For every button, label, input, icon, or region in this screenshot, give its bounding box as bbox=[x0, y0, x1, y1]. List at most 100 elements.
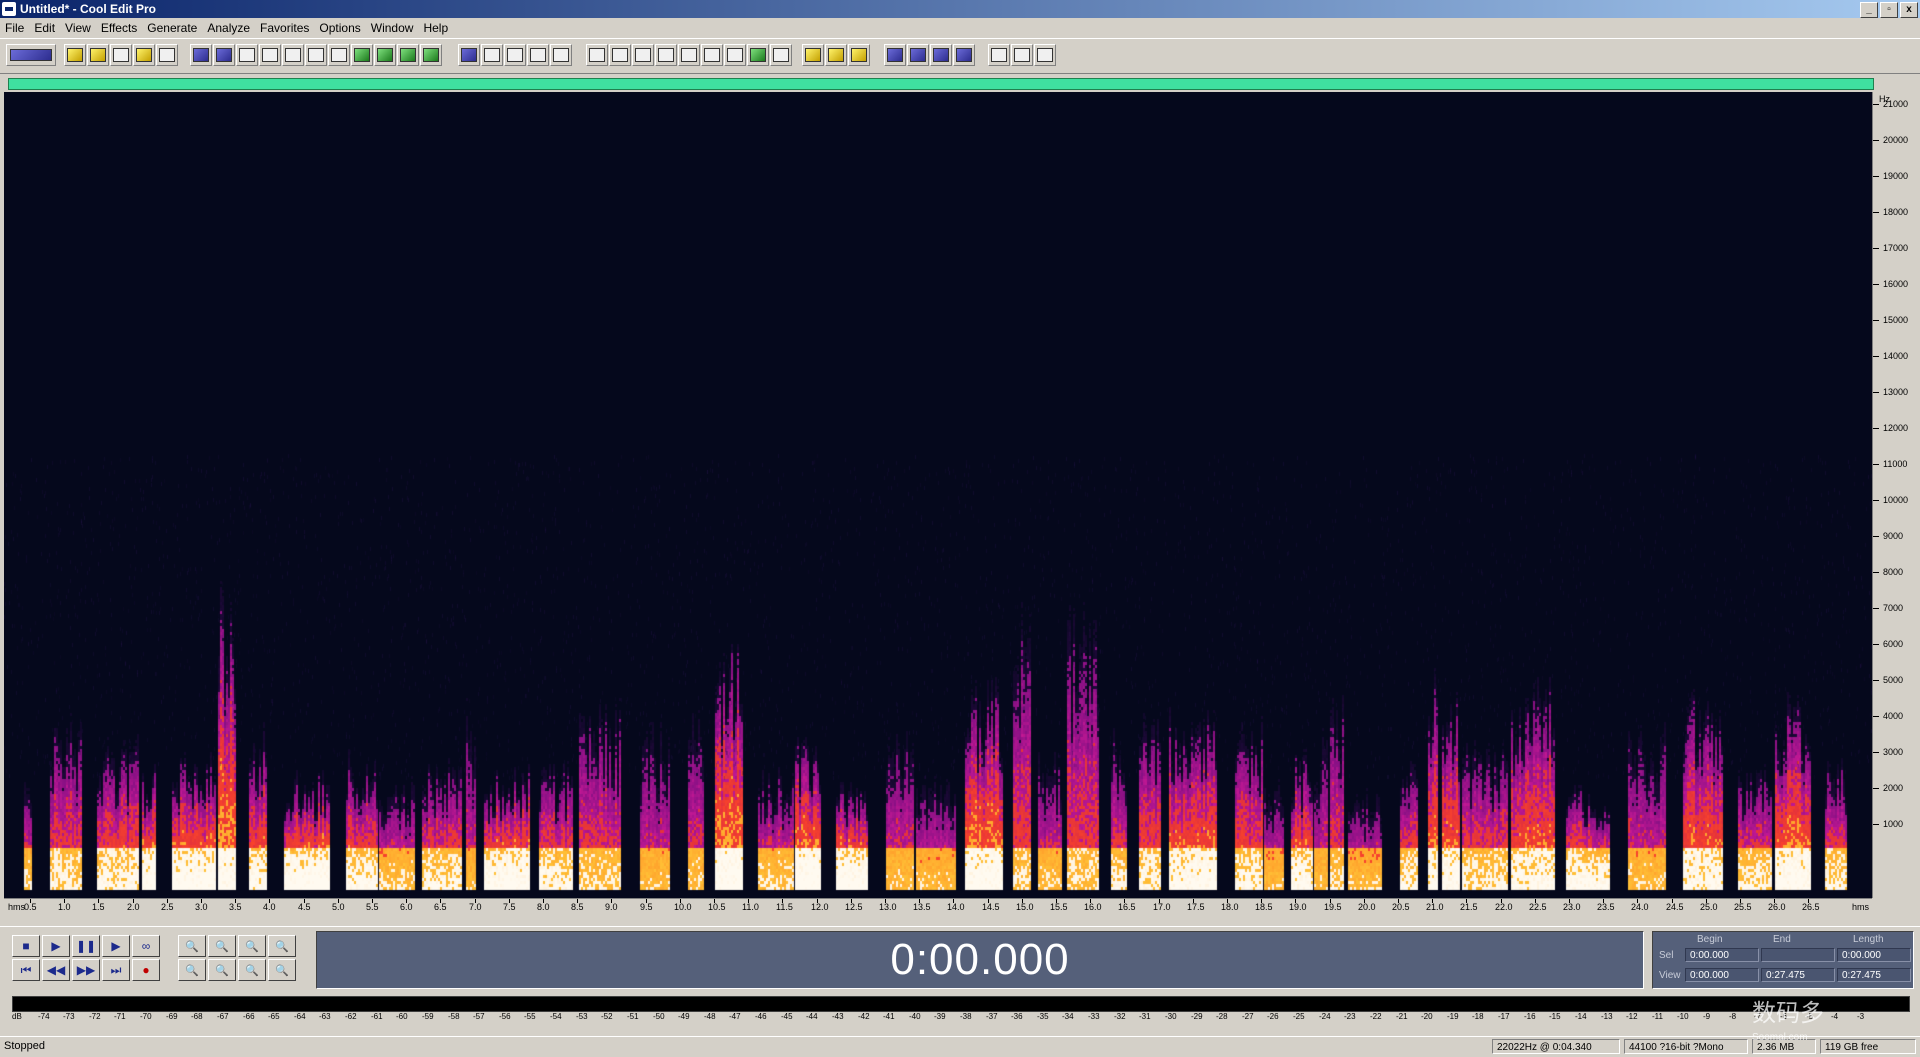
window-7-button[interactable] bbox=[724, 44, 746, 66]
play-button[interactable]: ▶ bbox=[42, 935, 70, 957]
spectral-view-button[interactable] bbox=[481, 44, 503, 66]
window-8-button[interactable] bbox=[747, 44, 769, 66]
sel-length-field[interactable]: 0:00.000 bbox=[1837, 948, 1911, 962]
window-3-button[interactable] bbox=[632, 44, 654, 66]
menu-generate[interactable]: Generate bbox=[142, 21, 202, 35]
cut-button[interactable] bbox=[236, 44, 258, 66]
window-6-button[interactable] bbox=[701, 44, 723, 66]
sel-begin-field[interactable]: 0:00.000 bbox=[1685, 948, 1759, 962]
play-to-end-button[interactable]: ▶ bbox=[102, 935, 130, 957]
window-9-button[interactable] bbox=[770, 44, 792, 66]
level-meter-label: -22 bbox=[1370, 1012, 1382, 1021]
waveform-view-button[interactable] bbox=[458, 44, 480, 66]
close-file-icon bbox=[159, 48, 175, 62]
rewind-button[interactable]: ◀◀ bbox=[42, 959, 70, 981]
frequency-label: 1000 bbox=[1883, 819, 1904, 829]
minimize-button[interactable]: _ bbox=[1860, 2, 1878, 18]
overview-bar[interactable] bbox=[8, 78, 1874, 90]
analysis-1-button[interactable] bbox=[988, 44, 1010, 66]
open-file-button[interactable] bbox=[87, 44, 109, 66]
analysis-2-button[interactable] bbox=[1011, 44, 1033, 66]
mix-paste-button[interactable] bbox=[328, 44, 350, 66]
menu-view[interactable]: View bbox=[60, 21, 96, 35]
menu-help[interactable]: Help bbox=[418, 21, 453, 35]
close-file-button[interactable] bbox=[156, 44, 178, 66]
frequency-tick bbox=[1873, 716, 1879, 717]
restore-button[interactable]: ▫ bbox=[1880, 2, 1898, 18]
menu-file[interactable]: File bbox=[0, 21, 29, 35]
view-end-field[interactable]: 0:27.475 bbox=[1761, 968, 1835, 982]
grid-view-2-button[interactable] bbox=[527, 44, 549, 66]
find-button[interactable] bbox=[420, 44, 442, 66]
select-all-button[interactable] bbox=[397, 44, 419, 66]
time-label: 6.0 bbox=[400, 902, 413, 912]
zoom-in-button[interactable]: 🔍 bbox=[178, 935, 206, 957]
window-controls: _ ▫ x bbox=[1860, 2, 1918, 18]
loop-button[interactable]: ∞ bbox=[132, 935, 160, 957]
record-button[interactable]: ● bbox=[132, 959, 160, 981]
window-5-button[interactable] bbox=[678, 44, 700, 66]
zoom-out-full-button[interactable]: 🔍 bbox=[268, 959, 296, 981]
save-as-button[interactable] bbox=[133, 44, 155, 66]
copy-icon bbox=[262, 48, 278, 62]
menu-analyze[interactable]: Analyze bbox=[202, 21, 255, 35]
menu-favorites[interactable]: Favorites bbox=[255, 21, 314, 35]
window-1-button[interactable] bbox=[586, 44, 608, 66]
sel-end-field[interactable] bbox=[1761, 948, 1835, 962]
redo-button[interactable] bbox=[213, 44, 235, 66]
copy-button[interactable] bbox=[259, 44, 281, 66]
time-label: 8.5 bbox=[571, 902, 584, 912]
level-meter: dB -74 -73 -72 -71 -70 -69 -68 -67 -66 -65 -64 -63 -6… bbox=[0, 994, 1920, 1034]
view-length-field[interactable]: 0:27.475 bbox=[1837, 968, 1911, 982]
time-label: 10.5 bbox=[708, 902, 726, 912]
stop-button[interactable]: ■ bbox=[12, 935, 40, 957]
cd-2-button[interactable] bbox=[907, 44, 929, 66]
settings-button[interactable] bbox=[802, 44, 824, 66]
zoom-full-button[interactable]: 🔍 bbox=[238, 935, 266, 957]
zoom-selection-button[interactable]: 🔍 bbox=[238, 959, 266, 981]
edit-tool-button[interactable] bbox=[825, 44, 847, 66]
pause-button[interactable]: ❚❚ bbox=[72, 935, 100, 957]
frequency-label: 19000 bbox=[1883, 171, 1909, 181]
go-to-start-button[interactable]: ⏮ bbox=[12, 959, 40, 981]
menu-effects[interactable]: Effects bbox=[96, 21, 142, 35]
new-file-button[interactable] bbox=[64, 44, 86, 66]
spectrogram-canvas[interactable] bbox=[4, 92, 1872, 898]
level-meter-label: -20 bbox=[1421, 1012, 1433, 1021]
zoom-right-button[interactable]: 🔍 bbox=[208, 959, 236, 981]
go-to-end-button[interactable]: ⏭ bbox=[102, 959, 130, 981]
menu-window[interactable]: Window bbox=[366, 21, 419, 35]
zoom-controls: 🔍 🔍 🔍 🔍 🔍 🔍 🔍 🔍 bbox=[178, 935, 296, 981]
save-button[interactable] bbox=[110, 44, 132, 66]
menu-options[interactable]: Options bbox=[314, 21, 365, 35]
trim-button[interactable] bbox=[305, 44, 327, 66]
time-label: 18.5 bbox=[1255, 902, 1273, 912]
cd-1-button[interactable] bbox=[884, 44, 906, 66]
window-2-button[interactable] bbox=[609, 44, 631, 66]
cd-3-button[interactable] bbox=[930, 44, 952, 66]
record-to-button[interactable] bbox=[374, 44, 396, 66]
spectral-display[interactable] bbox=[4, 92, 1872, 898]
cd-4-button[interactable] bbox=[953, 44, 975, 66]
zoom-left-button[interactable]: 🔍 bbox=[178, 959, 206, 981]
view-begin-field[interactable]: 0:00.000 bbox=[1685, 968, 1759, 982]
paste-button[interactable] bbox=[282, 44, 304, 66]
insert-button[interactable] bbox=[351, 44, 373, 66]
menu-edit[interactable]: Edit bbox=[29, 21, 60, 35]
close-button[interactable]: x bbox=[1900, 2, 1918, 18]
zoom-out-button[interactable]: 🔍 bbox=[208, 935, 236, 957]
zoom-in-full-button[interactable]: 🔍 bbox=[268, 935, 296, 957]
mix-paste-icon bbox=[331, 48, 347, 62]
app-icon[interactable] bbox=[2, 2, 16, 16]
fast-forward-button[interactable]: ▶▶ bbox=[72, 959, 100, 981]
help-button[interactable] bbox=[848, 44, 870, 66]
multitrack-toggle-button[interactable] bbox=[6, 44, 56, 66]
time-ruler[interactable]: hms hms 0.5 1.0 1.5 2.0 2.5 3.0 3.5 4.0 4.5 5.0 5.… bbox=[4, 898, 1872, 915]
status-format: 44100 ?16-bit ?Mono bbox=[1624, 1039, 1748, 1054]
grid-view-3-button[interactable] bbox=[550, 44, 572, 66]
analysis-3-button[interactable] bbox=[1034, 44, 1056, 66]
grid-view-button[interactable] bbox=[504, 44, 526, 66]
window-4-button[interactable] bbox=[655, 44, 677, 66]
time-label: 9.5 bbox=[640, 902, 653, 912]
undo-button[interactable] bbox=[190, 44, 212, 66]
